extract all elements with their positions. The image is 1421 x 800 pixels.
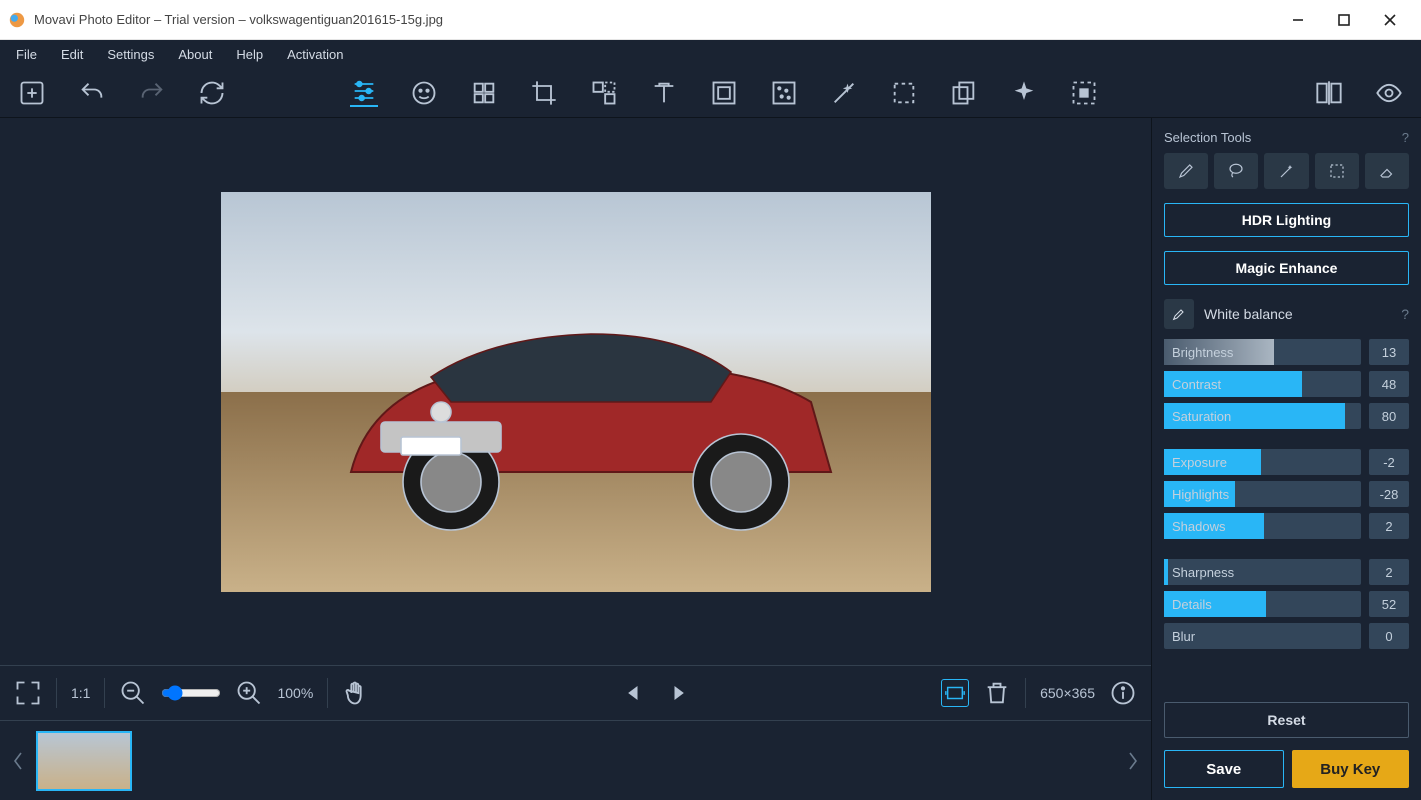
adjust-tool-icon[interactable] xyxy=(350,79,378,107)
zoom-slider[interactable] xyxy=(161,685,221,701)
hdr-lighting-button[interactable]: HDR Lighting xyxy=(1164,203,1409,237)
preview-icon[interactable] xyxy=(1375,79,1403,107)
help-icon[interactable]: ? xyxy=(1402,130,1409,145)
menu-edit[interactable]: Edit xyxy=(51,44,93,65)
selection-tools-title: Selection Tools? xyxy=(1164,130,1409,145)
buy-key-button[interactable]: Buy Key xyxy=(1292,750,1410,788)
menu-about[interactable]: About xyxy=(168,44,222,65)
resize-tool-icon[interactable] xyxy=(590,79,618,107)
slider-highlights[interactable]: Highlights xyxy=(1164,481,1361,507)
slider-blur[interactable]: Blur xyxy=(1164,623,1361,649)
thumbnail[interactable] xyxy=(36,731,132,791)
fullscreen-icon[interactable] xyxy=(14,679,42,707)
marquee-select-icon[interactable] xyxy=(1315,153,1359,189)
car-graphic xyxy=(311,272,871,552)
canvas[interactable] xyxy=(0,118,1151,665)
help-icon[interactable]: ? xyxy=(1401,306,1409,322)
white-balance-label: White balance xyxy=(1204,306,1293,322)
slider-value[interactable]: 13 xyxy=(1369,339,1409,365)
slider-details[interactable]: Details xyxy=(1164,591,1361,617)
slider-value[interactable]: 0 xyxy=(1369,623,1409,649)
slider-value[interactable]: 48 xyxy=(1369,371,1409,397)
eyedropper-icon[interactable] xyxy=(1164,299,1194,329)
slider-saturation[interactable]: Saturation xyxy=(1164,403,1361,429)
zoom-out-icon[interactable] xyxy=(119,679,147,707)
minimize-button[interactable] xyxy=(1275,4,1321,36)
thumbs-next-icon[interactable] xyxy=(1123,731,1143,791)
reset-button[interactable]: Reset xyxy=(1164,702,1409,738)
save-button[interactable]: Save xyxy=(1164,750,1284,788)
menu-settings[interactable]: Settings xyxy=(97,44,164,65)
crop-tool-icon[interactable] xyxy=(530,79,558,107)
undo-icon[interactable] xyxy=(78,79,106,107)
slider-value[interactable]: 52 xyxy=(1369,591,1409,617)
prev-image-icon[interactable] xyxy=(620,679,648,707)
close-button[interactable] xyxy=(1367,4,1413,36)
slider-value[interactable]: -28 xyxy=(1369,481,1409,507)
slider-shadows[interactable]: Shadows xyxy=(1164,513,1361,539)
zoom-ratio[interactable]: 1:1 xyxy=(71,685,90,701)
slider-value[interactable]: 2 xyxy=(1369,559,1409,585)
noise-tool-icon[interactable] xyxy=(770,79,798,107)
select-tool-icon[interactable] xyxy=(890,79,918,107)
info-icon[interactable] xyxy=(1109,679,1137,707)
effects-tool-icon[interactable] xyxy=(470,79,498,107)
fit-image-icon[interactable] xyxy=(941,679,969,707)
add-image-icon[interactable] xyxy=(18,79,46,107)
hand-icon[interactable] xyxy=(342,679,370,707)
frame-tool-icon[interactable] xyxy=(710,79,738,107)
menu-file[interactable]: File xyxy=(6,44,47,65)
slider-value[interactable]: -2 xyxy=(1369,449,1409,475)
brush-select-icon[interactable] xyxy=(1164,153,1208,189)
slider-exposure[interactable]: Exposure xyxy=(1164,449,1361,475)
menu-help[interactable]: Help xyxy=(226,44,273,65)
reload-icon[interactable] xyxy=(198,79,226,107)
side-panel: Selection Tools? HDR Lighting Magic Enha… xyxy=(1151,118,1421,800)
edited-photo xyxy=(221,192,931,592)
image-dimensions: 650×365 xyxy=(1040,685,1095,701)
eraser-select-icon[interactable] xyxy=(1365,153,1409,189)
app-logo xyxy=(8,11,26,29)
titlebar: Movavi Photo Editor – Trial version – vo… xyxy=(0,0,1421,40)
retouch-tool-icon[interactable] xyxy=(410,79,438,107)
window-title: Movavi Photo Editor – Trial version – vo… xyxy=(34,12,1275,27)
zoom-in-icon[interactable] xyxy=(235,679,263,707)
zoom-percent: 100% xyxy=(277,685,313,701)
slider-value[interactable]: 80 xyxy=(1369,403,1409,429)
lasso-select-icon[interactable] xyxy=(1214,153,1258,189)
compare-icon[interactable] xyxy=(1315,79,1343,107)
menu-activation[interactable]: Activation xyxy=(277,44,353,65)
maximize-button[interactable] xyxy=(1321,4,1367,36)
slider-contrast[interactable]: Contrast xyxy=(1164,371,1361,397)
thumbnail-bar xyxy=(0,720,1151,800)
magic-enhance-button[interactable]: Magic Enhance xyxy=(1164,251,1409,285)
next-image-icon[interactable] xyxy=(664,679,692,707)
menubar: File Edit Settings About Help Activation xyxy=(0,40,1421,68)
text-tool-icon[interactable] xyxy=(650,79,678,107)
thumbs-prev-icon[interactable] xyxy=(8,731,28,791)
magic-tool-icon[interactable] xyxy=(830,79,858,107)
slider-brightness[interactable]: Brightness xyxy=(1164,339,1361,365)
redo-icon[interactable] xyxy=(138,79,166,107)
clone-tool-icon[interactable] xyxy=(1010,79,1038,107)
wand-select-icon[interactable] xyxy=(1264,153,1308,189)
change-bg-tool-icon[interactable] xyxy=(1070,79,1098,107)
slider-sharpness[interactable]: Sharpness xyxy=(1164,559,1361,585)
toolbar xyxy=(0,68,1421,118)
copy-tool-icon[interactable] xyxy=(950,79,978,107)
delete-icon[interactable] xyxy=(983,679,1011,707)
zoom-bar: 1:1 100% 650×365 xyxy=(0,665,1151,720)
slider-value[interactable]: 2 xyxy=(1369,513,1409,539)
